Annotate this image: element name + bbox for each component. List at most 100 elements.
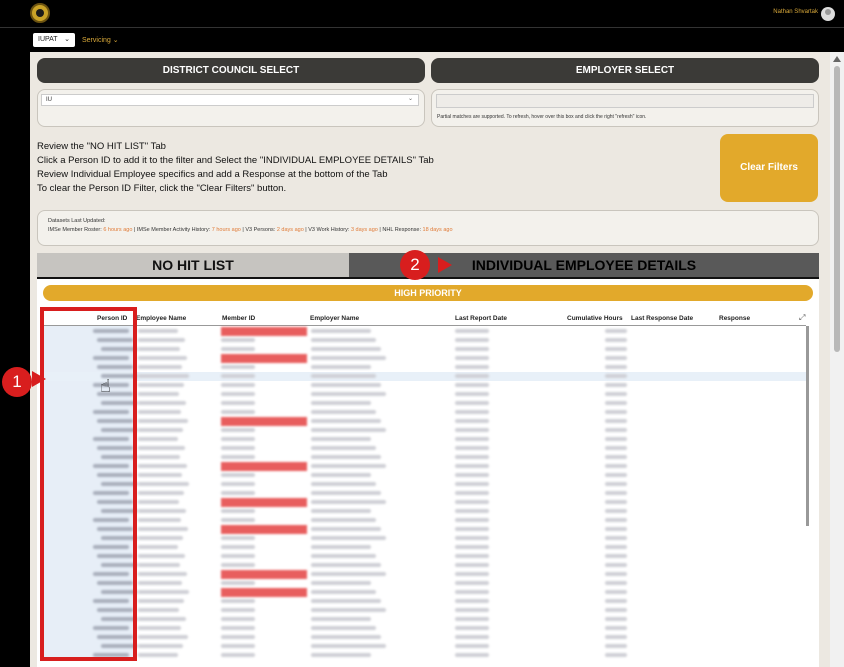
table-row[interactable]: [43, 642, 806, 651]
expand-icon[interactable]: ⤢: [799, 313, 805, 323]
table-cell: [311, 617, 371, 621]
table-row[interactable]: [43, 498, 806, 507]
table-row[interactable]: [43, 489, 806, 498]
table-row[interactable]: [43, 552, 806, 561]
table-cell: [311, 329, 371, 333]
table-cell: [455, 545, 489, 549]
table-row[interactable]: [43, 543, 806, 552]
table-row[interactable]: [43, 444, 806, 453]
user-avatar-icon[interactable]: [821, 7, 835, 21]
table-row[interactable]: [43, 579, 806, 588]
table-row[interactable]: [43, 480, 806, 489]
dataset-label: IMSe Member Activity History:: [136, 227, 211, 233]
table-cell: [221, 509, 255, 513]
table-cell: [221, 383, 255, 387]
table-row[interactable]: [43, 354, 806, 363]
table-row[interactable]: [43, 435, 806, 444]
table-row[interactable]: [43, 336, 806, 345]
table-cell: [138, 356, 187, 360]
table-cell: [138, 572, 187, 576]
table-row[interactable]: [43, 534, 806, 543]
table-cell: [138, 428, 183, 432]
table-cell: [138, 464, 187, 468]
scroll-thumb[interactable]: [834, 66, 840, 352]
table-row[interactable]: [43, 399, 806, 408]
table-row[interactable]: [43, 606, 806, 615]
servicing-menu[interactable]: Servicing ⌄: [82, 36, 119, 44]
table-row[interactable]: [43, 390, 806, 399]
table-cell: [455, 518, 489, 522]
table-cell: [455, 563, 489, 567]
table-cell: [605, 518, 627, 522]
table-cell: [455, 590, 489, 594]
table-cell: [221, 570, 307, 579]
table-cell: [605, 590, 627, 594]
table-row[interactable]: [43, 453, 806, 462]
table-cell: [138, 635, 188, 639]
table-row[interactable]: [43, 624, 806, 633]
col-cumulative-hours[interactable]: Cumulative Hours: [567, 315, 623, 322]
table-row[interactable]: [43, 363, 806, 372]
table-cell: [311, 563, 381, 567]
table-cell: [311, 428, 386, 432]
table-row[interactable]: [43, 570, 806, 579]
table-cell: [138, 410, 181, 414]
table-cell: [605, 410, 627, 414]
table-row[interactable]: [43, 516, 806, 525]
nav-bar: IUPAT ⌄ Servicing ⌄: [0, 28, 844, 52]
table-row[interactable]: [43, 381, 806, 390]
iupat-logo-icon[interactable]: [30, 3, 50, 23]
table-cell: [605, 437, 627, 441]
table-row[interactable]: [43, 327, 806, 336]
table-row[interactable]: [43, 615, 806, 624]
table-row[interactable]: [43, 507, 806, 516]
org-dropdown[interactable]: IUPAT ⌄: [33, 33, 75, 47]
tab-no-hit-list[interactable]: NO HIT LIST: [37, 253, 349, 277]
col-last-report-date[interactable]: Last Report Date: [455, 315, 507, 322]
district-council-header: DISTRICT COUNCIL SELECT: [37, 58, 425, 83]
table-cell: [605, 455, 627, 459]
col-employee-name[interactable]: Employee Name: [136, 315, 186, 322]
table-cell: [311, 401, 371, 405]
table-cell: [221, 588, 307, 597]
table-row[interactable]: [43, 426, 806, 435]
dataset-age: 3 days ago: [350, 227, 378, 233]
scroll-up-icon[interactable]: [833, 56, 841, 62]
user-name[interactable]: Nathan Shvartak: [773, 9, 818, 15]
table-row[interactable]: [43, 633, 806, 642]
table-row[interactable]: [43, 597, 806, 606]
table-cell: [455, 365, 489, 369]
table-cell: [605, 635, 627, 639]
col-response[interactable]: Response: [719, 315, 750, 322]
table-cell: [221, 644, 255, 648]
table-scrollbar[interactable]: [806, 326, 809, 526]
employer-search-input[interactable]: [436, 94, 814, 108]
table-cell: [138, 644, 183, 648]
table-row[interactable]: [43, 561, 806, 570]
table-row[interactable]: [43, 462, 806, 471]
table-row[interactable]: [43, 417, 806, 426]
table-row[interactable]: [43, 345, 806, 354]
table-row[interactable]: [43, 408, 806, 417]
table-cell: [311, 464, 386, 468]
table-cell: [138, 536, 183, 540]
table-cell: [221, 473, 255, 477]
org-dropdown-label: IUPAT: [38, 36, 58, 43]
table-row[interactable]: [43, 588, 806, 597]
table-cell: [605, 509, 627, 513]
clear-filters-button[interactable]: Clear Filters: [720, 134, 818, 202]
col-employer-name[interactable]: Employer Name: [310, 315, 359, 322]
table-cell: [138, 554, 185, 558]
district-council-dropdown[interactable]: IU ⌄: [41, 94, 419, 106]
table-cell: [605, 500, 627, 504]
table-row[interactable]: [43, 651, 806, 660]
table-row[interactable]: [43, 525, 806, 534]
col-last-response-date[interactable]: Last Response Date: [631, 315, 693, 322]
table-cell: [221, 525, 307, 534]
table-row[interactable]: [43, 471, 806, 480]
table-row[interactable]: [43, 372, 806, 381]
page-scrollbar[interactable]: [830, 52, 844, 667]
table-cell: [311, 347, 381, 351]
col-member-id[interactable]: Member ID: [222, 315, 255, 322]
table-cell: [221, 354, 307, 363]
